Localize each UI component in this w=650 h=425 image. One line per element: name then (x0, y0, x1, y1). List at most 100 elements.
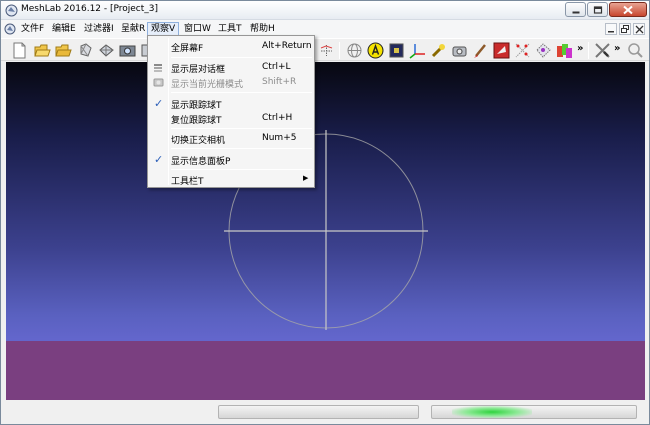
new-project-button[interactable] (11, 42, 28, 59)
toolbar-overflow-chevron[interactable]: » (577, 43, 583, 54)
axes-button[interactable] (409, 42, 426, 59)
status-bar (1, 400, 649, 424)
menu-file[interactable]: 文件F (18, 22, 47, 36)
info-a-icon (367, 42, 384, 59)
status-progress-right (431, 405, 637, 419)
minimize-button[interactable] (565, 2, 586, 17)
menu-item-show-info-panel[interactable]: ✓ 显示信息面板P (150, 151, 312, 168)
document-icon[interactable] (4, 23, 16, 35)
title-bar[interactable]: MeshLab 2016.12 - [Project_3] (1, 1, 649, 20)
zoom-button[interactable] (627, 42, 644, 59)
mdi-restore-button[interactable] (619, 23, 631, 35)
axes-icon (409, 44, 425, 59)
restore-button[interactable] (587, 2, 608, 17)
trackball-overlay (224, 130, 428, 330)
menu-render[interactable]: 呈献R (118, 22, 148, 36)
menu-item-label: 显示信息面板P (171, 157, 231, 167)
light-button[interactable] (430, 42, 447, 59)
menu-separator (171, 128, 312, 129)
menu-separator (171, 148, 312, 149)
submenu-arrow-icon: ▶ (303, 174, 309, 182)
brush-icon (474, 44, 486, 58)
menu-tools[interactable]: 工具T (215, 22, 245, 36)
select-connected-button[interactable] (535, 42, 552, 59)
menu-help[interactable]: 帮助H (247, 22, 278, 36)
menu-separator (171, 57, 312, 58)
menu-item-shortcut: Num+5 (262, 133, 297, 143)
mesh-save-icon (99, 44, 114, 57)
window-title: MeshLab 2016.12 - [Project_3] (21, 4, 159, 14)
mdi-minimize-button[interactable] (605, 23, 617, 35)
lamp-icon (431, 44, 445, 58)
color-picker-button[interactable] (556, 42, 573, 59)
window-controls (565, 2, 647, 18)
restore-icon (621, 25, 629, 33)
menu-item-fullscreen[interactable]: 全屏幕F Alt+Return (150, 38, 312, 55)
save-mesh-button[interactable] (98, 42, 115, 59)
open-folder-icon (34, 44, 51, 57)
bbox-icon (320, 45, 333, 56)
trackball-button[interactable] (346, 42, 363, 59)
select-vertex-icon (515, 43, 530, 58)
menu-edit[interactable]: 编辑E (49, 22, 79, 36)
snapshot-button[interactable] (119, 42, 136, 59)
progress-glow (452, 406, 532, 418)
status-progress-left (218, 405, 419, 419)
layers-icon (154, 64, 162, 72)
color-square-icon (389, 43, 404, 58)
colorize-button[interactable] (388, 42, 405, 59)
menu-item-shortcut: Alt+Return (262, 41, 312, 51)
menu-item-shortcut: Shift+R (262, 77, 297, 87)
magnifier-icon (628, 43, 643, 58)
folder-mesh-icon (55, 44, 72, 57)
check-icon: ✓ (154, 153, 164, 166)
measure-button[interactable] (594, 42, 611, 59)
minimize-icon (572, 11, 579, 13)
menu-item-shortcut: Ctrl+H (262, 113, 293, 123)
paint-button[interactable] (472, 42, 489, 59)
menu-separator (171, 169, 312, 170)
info-button[interactable] (367, 42, 384, 59)
menu-window[interactable]: 窗口W (181, 22, 214, 36)
tools-cross-icon (595, 43, 610, 58)
select-faces-button[interactable] (493, 42, 510, 59)
menu-item-toggle-ortho-camera[interactable]: 切换正交相机 Num+5 (150, 130, 312, 147)
new-file-icon (13, 42, 26, 59)
camera-icon (119, 45, 136, 57)
import-mesh-button[interactable] (55, 42, 72, 59)
reload-icon (80, 43, 92, 57)
menu-item-shortcut: Ctrl+L (262, 62, 291, 72)
menu-item-label: 显示当前光栅模式 (171, 80, 244, 90)
restore-icon (593, 5, 602, 14)
open-project-button[interactable] (34, 42, 51, 59)
toolbar-separator (588, 42, 589, 59)
palette-icon (557, 44, 572, 58)
mdi-close-button[interactable] (633, 23, 645, 35)
menu-item-reset-trackball[interactable]: 复位跟踪球T Ctrl+H (150, 110, 312, 127)
close-icon (635, 25, 644, 34)
menu-item-show-raster-mode: 显示当前光栅模式 Shift+R (150, 74, 312, 91)
toolbar-overflow-chevron[interactable]: » (614, 43, 620, 54)
3d-viewport[interactable] (6, 62, 645, 400)
raster-icon (153, 78, 164, 87)
select-vertices-button[interactable] (514, 42, 531, 59)
menu-filters[interactable]: 过滤器I (81, 22, 117, 36)
main-toolbar: » » (1, 38, 649, 61)
bounding-box-button[interactable] (318, 42, 335, 59)
menu-view[interactable]: 观察V (147, 22, 180, 36)
menu-item-label: 工具栏T (171, 177, 204, 187)
menu-item-toolbars[interactable]: 工具栏T ▶ (150, 171, 312, 188)
sphere-wire-icon (347, 43, 362, 58)
select-region-icon (493, 42, 510, 59)
toolbar-separator (339, 42, 340, 59)
menu-item-label: 全屏幕F (171, 44, 204, 54)
select-connected-icon (536, 43, 551, 58)
close-button[interactable] (609, 2, 647, 17)
menu-item-label: 切换正交相机 (171, 136, 226, 146)
reload-button[interactable] (77, 42, 94, 59)
check-icon: ✓ (154, 97, 164, 110)
meshlab-window: MeshLab 2016.12 - [Project_3] 文件F 编辑E 过滤… (0, 0, 650, 425)
close-icon (623, 5, 633, 14)
camera-view-button[interactable] (451, 42, 468, 59)
menu-item-label: 复位跟踪球T (171, 116, 222, 126)
